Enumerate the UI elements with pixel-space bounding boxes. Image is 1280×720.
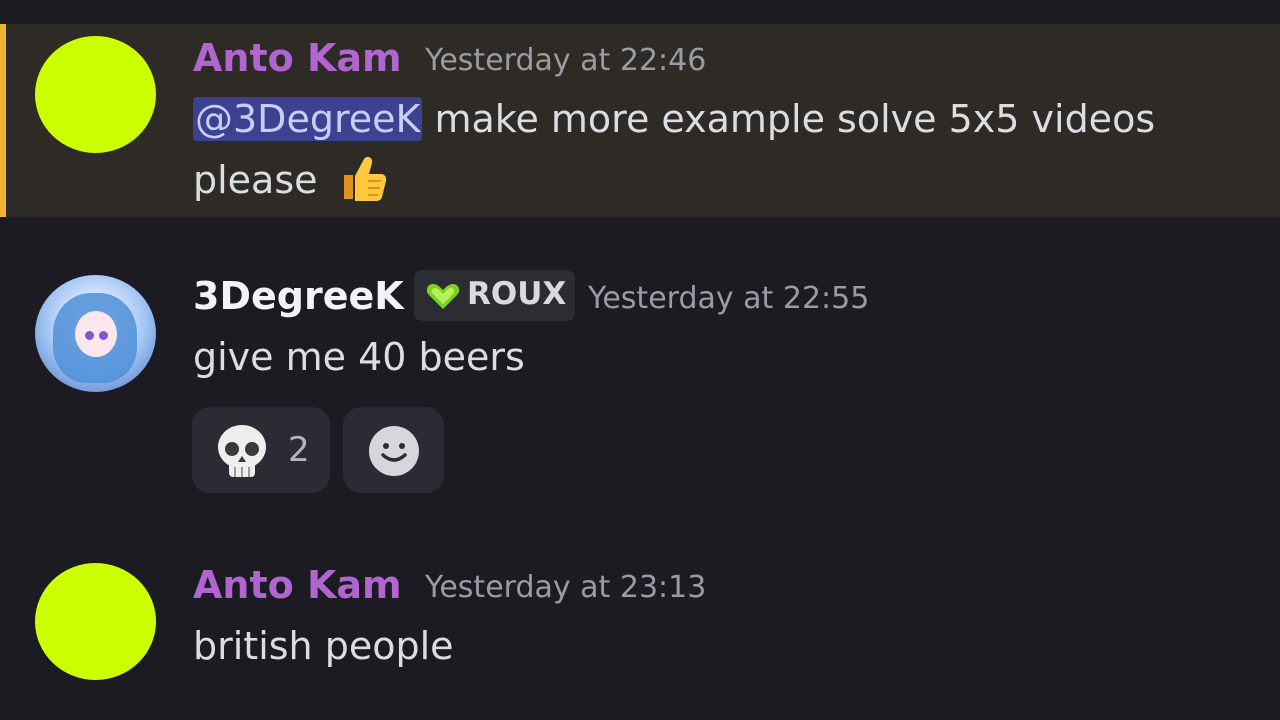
add-reaction-button[interactable] (343, 407, 444, 493)
message-text: give me 40 beers (193, 335, 525, 379)
message-timestamp: Yesterday at 22:55 (588, 281, 870, 316)
reaction-count: 2 (288, 430, 310, 470)
message-text: british people (193, 624, 454, 668)
reaction-skull[interactable]: 2 (192, 407, 330, 493)
skull-icon (218, 425, 266, 477)
message-timestamp: Yesterday at 22:46 (425, 43, 707, 78)
message-content: @3DegreeK make more example solve 5x5 vi… (193, 89, 1253, 211)
message-text: make more example solve 5x5 videos (422, 97, 1156, 141)
author-name[interactable]: 3DegreeK (193, 274, 404, 318)
avatar[interactable] (35, 275, 156, 392)
role-tag[interactable]: ROUX (414, 270, 575, 321)
author-name[interactable]: Anto Kam (193, 36, 402, 80)
add-reaction-icon (369, 426, 419, 476)
top-bar (0, 0, 1280, 24)
avatar-eye (85, 331, 94, 340)
avatar[interactable] (35, 563, 156, 680)
avatar-face (75, 311, 117, 357)
avatar-eye (99, 331, 108, 340)
mention-highlight-bar (0, 24, 6, 217)
user-mention[interactable]: @3DegreeK (193, 97, 423, 141)
avatar[interactable] (35, 36, 156, 153)
message-timestamp: Yesterday at 23:13 (425, 570, 707, 605)
message-text: please (193, 158, 318, 202)
thumbs-up-icon (343, 156, 386, 201)
role-label: ROUX (467, 276, 567, 312)
green-heart-icon (426, 284, 460, 309)
author-name[interactable]: Anto Kam (193, 563, 402, 607)
